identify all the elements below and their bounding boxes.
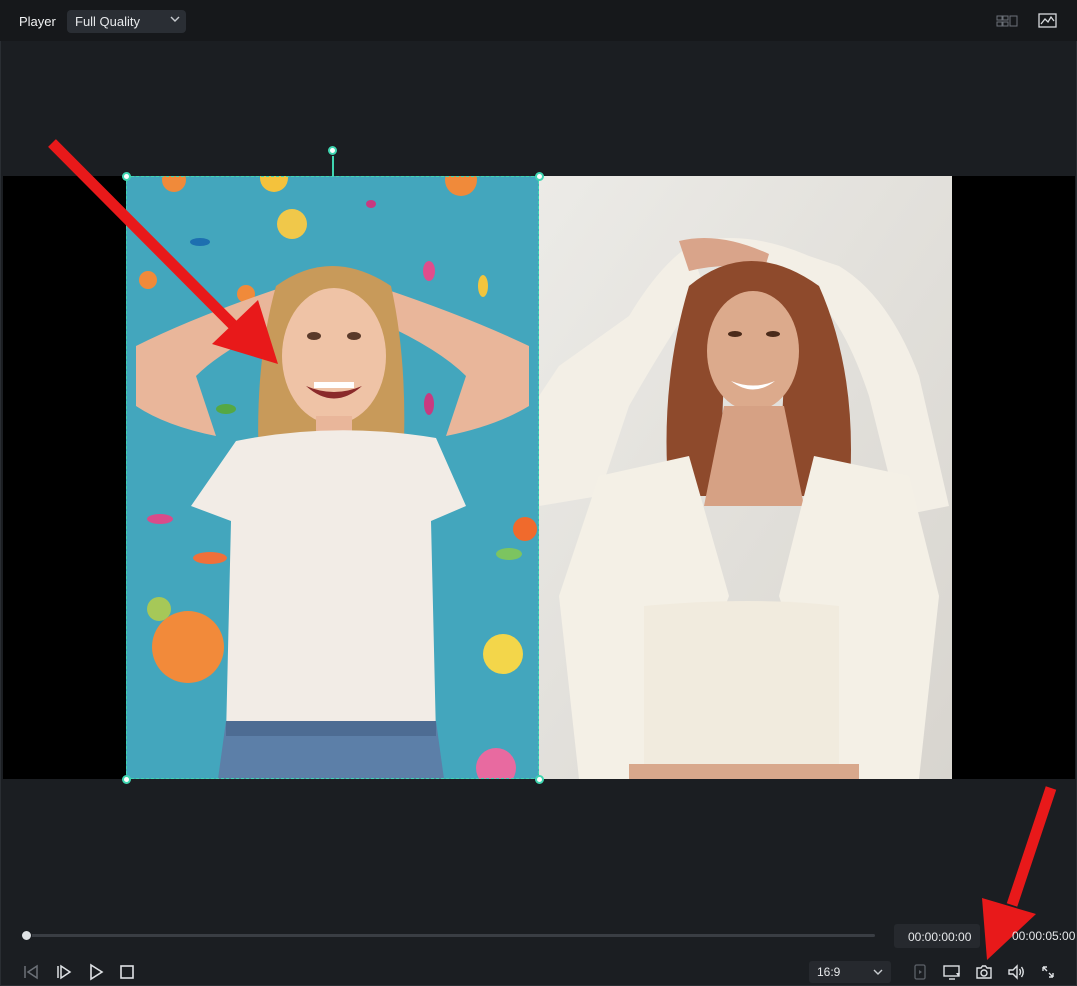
rotate-handle[interactable] (328, 146, 337, 155)
selection-frame (126, 176, 539, 779)
timeline-scrubber[interactable] (27, 934, 875, 937)
previous-frame-icon[interactable] (21, 962, 41, 982)
camera-icon[interactable] (974, 962, 994, 982)
mark-in-icon[interactable] (910, 962, 930, 982)
resize-handle-bottom-left[interactable] (122, 775, 131, 784)
resize-handle-bottom-right[interactable] (535, 775, 544, 784)
chevron-down-icon (170, 16, 180, 22)
aspect-ratio-label: 16:9 (817, 965, 841, 979)
current-time: 00:00:00:00 (908, 930, 972, 944)
panel-title: Player (19, 14, 56, 29)
resize-handle-top-left[interactable] (122, 172, 131, 181)
video-clip-right[interactable] (539, 176, 952, 779)
playhead-knob[interactable] (21, 930, 32, 941)
play-frame-icon[interactable] (54, 962, 74, 982)
quality-dropdown[interactable]: Full Quality (67, 10, 186, 33)
grid-view-icon[interactable] (996, 12, 1018, 30)
fullscreen-icon[interactable] (1038, 962, 1058, 982)
clip-image-portrait (539, 176, 952, 779)
waveform-scope-icon[interactable] (1037, 12, 1059, 30)
total-duration: 00:00:05:00 (1012, 929, 1076, 943)
resize-handle-top-right[interactable] (535, 172, 544, 181)
quality-label: Full Quality (75, 14, 141, 29)
player-header: Player Full Quality (0, 0, 1077, 41)
monitor-icon[interactable] (942, 962, 962, 982)
aspect-ratio-dropdown[interactable]: 16:9 (809, 961, 891, 983)
chevron-down-icon (873, 969, 883, 975)
speaker-icon[interactable] (1006, 962, 1026, 982)
rotation-stem (332, 156, 334, 176)
play-icon[interactable] (86, 962, 106, 982)
current-time-display[interactable]: 00:00:00:00 (894, 924, 980, 948)
stop-icon[interactable] (117, 962, 137, 982)
